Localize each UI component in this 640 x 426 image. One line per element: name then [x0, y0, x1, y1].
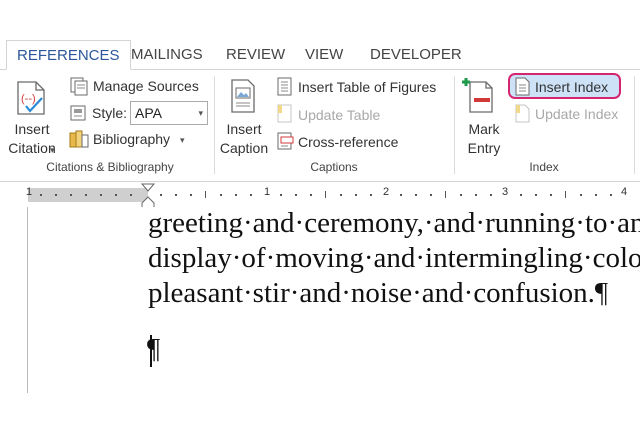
manage-sources-label: Manage Sources	[93, 78, 199, 94]
insert-citation-label-1: Insert	[14, 121, 50, 137]
indent-marker-icon[interactable]	[140, 183, 156, 209]
ruler-number: 3	[502, 186, 509, 198]
update-table-icon	[277, 104, 292, 123]
svg-text:(--): (--)	[21, 93, 36, 105]
citations-group-label: Citations & Bibliography	[46, 160, 174, 174]
ruler-dot	[100, 194, 102, 196]
ruler-dot	[610, 194, 612, 196]
ruler-dot	[310, 194, 312, 196]
bibliography-label: Bibliography	[93, 131, 171, 147]
ruler-dot	[340, 194, 342, 196]
ruler-dot	[460, 194, 462, 196]
ruler-dot	[160, 194, 162, 196]
document-line: greeting·and·ceremony,·and·running·to·an	[148, 207, 640, 239]
cross-reference-icon	[277, 132, 294, 150]
tab-view[interactable]: VIEW	[305, 40, 343, 70]
insert-citation-icon: (--)	[17, 81, 45, 115]
tab-developer[interactable]: DEVELOPER	[370, 40, 462, 70]
ruler-dot	[295, 194, 297, 196]
style-value: APA	[135, 105, 162, 121]
chevron-down-icon: ▾	[198, 108, 203, 118]
ruler-dot	[55, 194, 57, 196]
ruler-tick	[445, 191, 446, 198]
insert-index-icon	[515, 77, 530, 96]
insert-caption-icon	[231, 79, 255, 113]
ruler-dot	[220, 194, 222, 196]
ruler-dot	[175, 194, 177, 196]
mark-entry-label-2: Entry	[467, 140, 501, 156]
ruler-dot	[130, 194, 132, 196]
style-label: Style:	[92, 105, 128, 121]
chevron-down-icon: ▾	[180, 135, 185, 145]
document-line: display·of·moving·and·intermingling·colo	[148, 242, 640, 274]
bibliography-icon	[69, 130, 89, 148]
style-dropdown[interactable]: APA ▾	[130, 101, 208, 125]
text-cursor	[150, 335, 152, 367]
table-of-figures-icon	[277, 77, 292, 96]
insert-caption-label-2: Caption	[219, 140, 269, 156]
ruler-dot	[235, 194, 237, 196]
index-group-label: Index	[529, 160, 559, 174]
ruler-dot	[550, 194, 552, 196]
update-table-label: Update Table	[298, 107, 381, 123]
ruler-number: 1	[26, 186, 33, 198]
ruler-dot	[430, 194, 432, 196]
group-separator	[454, 76, 455, 174]
group-separator	[214, 76, 215, 174]
captions-group-label: Captions	[310, 160, 358, 174]
ruler-dot	[415, 194, 417, 196]
ruler-dot	[70, 194, 72, 196]
ruler-dot	[595, 194, 597, 196]
ruler-number: 4	[621, 186, 628, 198]
ruler-dot	[280, 194, 282, 196]
ruler-number: 1	[264, 186, 271, 198]
ruler-dot	[400, 194, 402, 196]
ruler-dot	[370, 194, 372, 196]
ruler-dot	[355, 194, 357, 196]
paragraph-mark: ¶	[147, 333, 161, 365]
ruler-tick	[325, 191, 326, 198]
insert-index-label: Insert Index	[535, 79, 609, 95]
update-index-label: Update Index	[535, 106, 619, 122]
ruler-number: 2	[383, 186, 390, 198]
ruler-dot	[520, 194, 522, 196]
mark-entry-label-1: Mark	[468, 121, 500, 137]
style-icon	[70, 105, 86, 121]
ruler-dot	[40, 194, 42, 196]
tab-review[interactable]: REVIEW	[226, 40, 285, 70]
ruler-dot	[580, 194, 582, 196]
cross-reference-label: Cross-reference	[298, 134, 399, 150]
tab-references[interactable]: REFERENCES	[6, 40, 131, 70]
ruler-dot	[490, 194, 492, 196]
document-line: pleasant·stir·and·noise·and·confusion.¶	[148, 277, 609, 309]
ruler-dot	[475, 194, 477, 196]
tab-mailings[interactable]: MAILINGS	[131, 40, 203, 70]
chevron-down-icon: ▾	[50, 145, 55, 155]
left-margin-line	[27, 207, 28, 393]
ruler-dot	[85, 194, 87, 196]
document-area[interactable]: greeting·and·ceremony,·and·running·to·an…	[0, 207, 640, 426]
update-index-icon	[515, 104, 530, 123]
ruler-dot	[535, 194, 537, 196]
page-gap	[0, 393, 640, 426]
horizontal-ruler[interactable]: 1 1 2 3 4	[0, 183, 640, 209]
ruler-dot	[115, 194, 117, 196]
insert-caption-label-1: Insert	[226, 121, 262, 137]
ribbon: (--) Insert Citation ▾ Manage Sources St…	[0, 70, 640, 182]
ruler-tick	[205, 191, 206, 198]
manage-sources-icon	[70, 77, 88, 96]
insert-table-of-figures-label: Insert Table of Figures	[298, 79, 437, 95]
ribbon-tabs: REFERENCES MAILINGS REVIEW VIEW DEVELOPE…	[0, 0, 640, 70]
ruler-dot	[190, 194, 192, 196]
mark-entry-icon	[462, 78, 493, 113]
group-separator	[634, 76, 635, 174]
ruler-dot	[250, 194, 252, 196]
ruler-tick	[565, 191, 566, 198]
